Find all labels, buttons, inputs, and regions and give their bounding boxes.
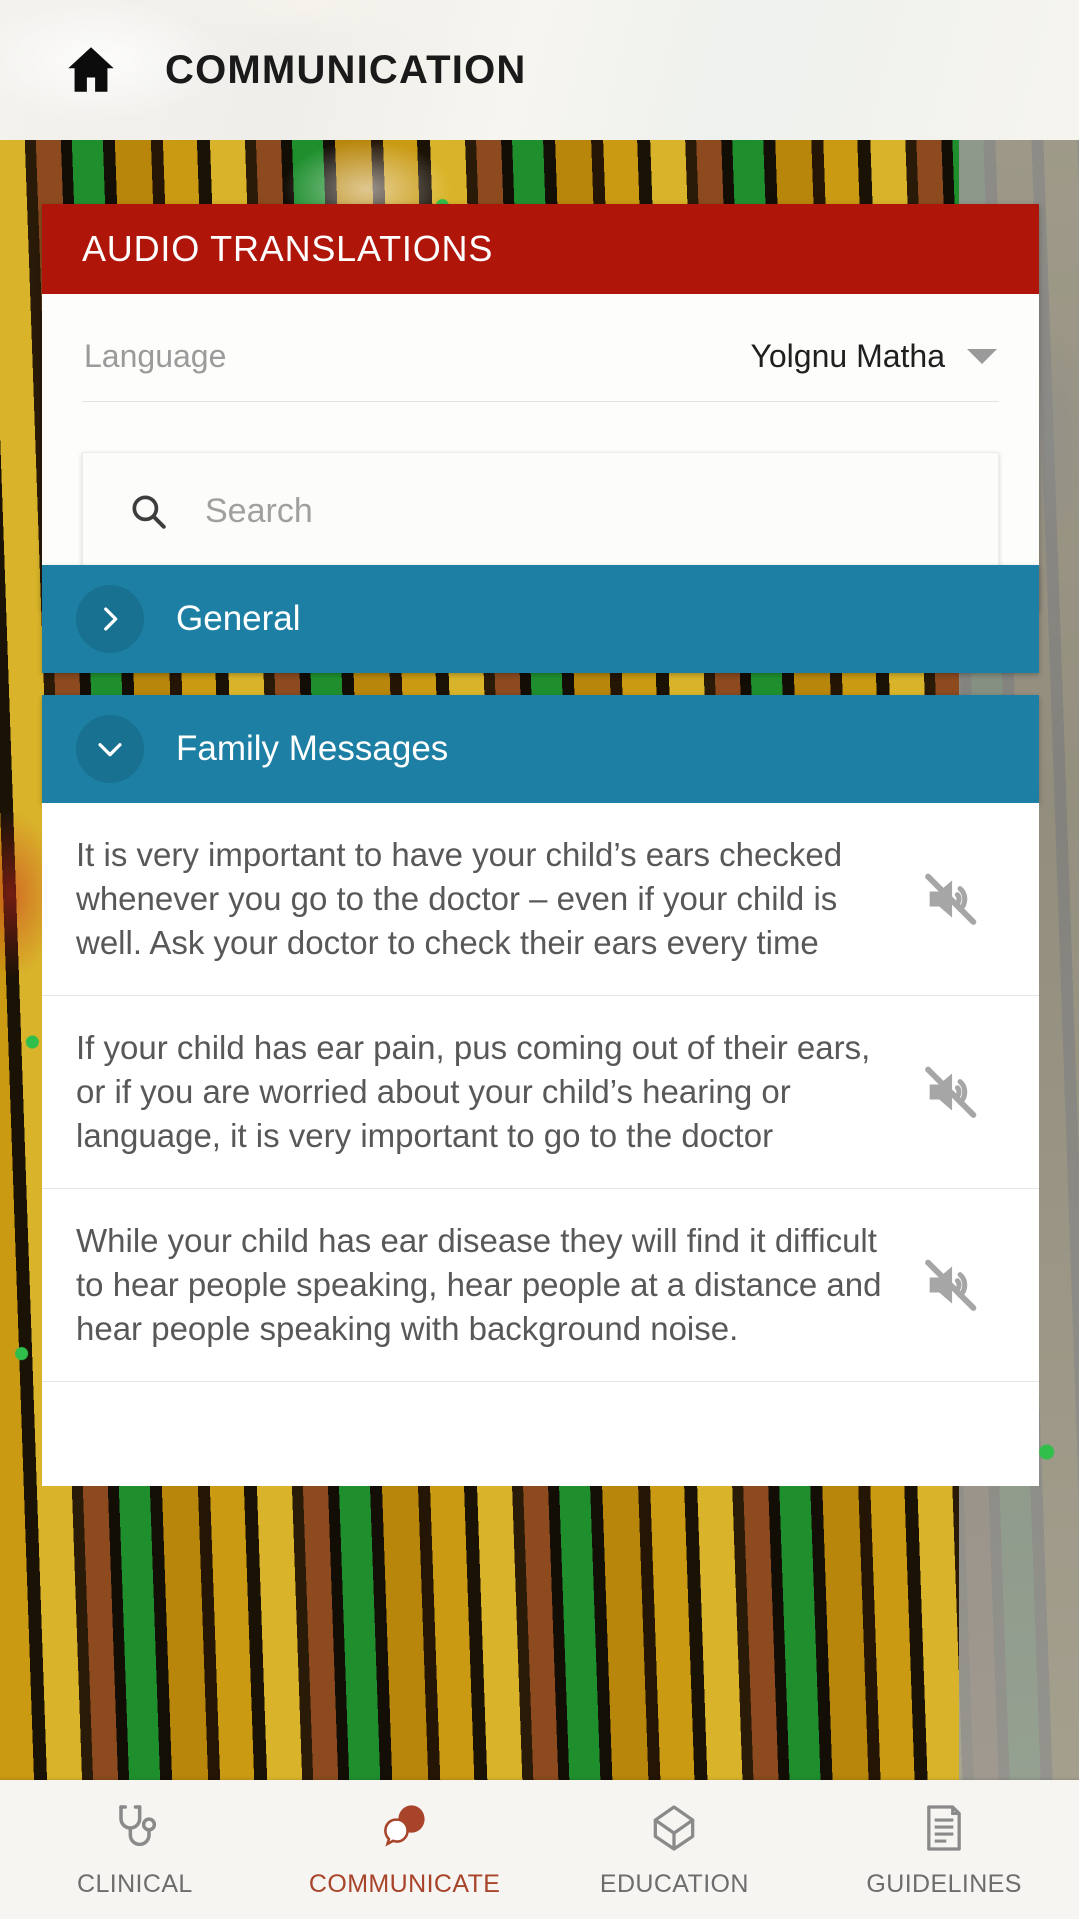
accordion-header-general[interactable]: General [42,565,1039,673]
nav-item-clinical[interactable]: CLINICAL [0,1780,270,1919]
volume-off-icon[interactable] [919,1253,983,1317]
audio-translations-card: AUDIO TRANSLATIONS Language Yolgnu Matha [42,204,1039,610]
message-row[interactable]: While your child has ear disease they wi… [42,1189,1039,1382]
chevron-right-icon[interactable] [76,585,144,653]
accordion-header-family-messages[interactable]: Family Messages [42,695,1039,803]
home-icon[interactable] [62,41,120,99]
language-selector[interactable]: Language Yolgnu Matha [82,328,999,402]
nav-label-communicate: COMMUNICATE [308,1870,501,1898]
language-value-wrap[interactable]: Yolgnu Matha [750,338,997,375]
accordion-title-general: General [176,599,301,638]
message-text: It is very important to have your child’… [76,836,843,961]
app-header: COMMUNICATION [0,0,1079,140]
accordion-general: General [42,565,1039,673]
app-root: COMMUNICATION AUDIO TRANSLATIONS Languag… [0,0,1079,1919]
nav-item-guidelines[interactable]: GUIDELINES [809,1780,1079,1919]
accordion-title-family-messages: Family Messages [176,729,449,768]
volume-off-icon[interactable] [919,867,983,931]
card-banner-title: AUDIO TRANSLATIONS [82,228,494,269]
page-title: COMMUNICATION [165,47,527,92]
search-placeholder: Search [205,491,313,530]
message-text: If your child has ear pain, pus coming o… [76,1029,871,1154]
chevron-down-icon[interactable] [76,715,144,783]
volume-off-icon[interactable] [919,1060,983,1124]
graduation-cap-icon [646,1800,702,1856]
document-lines-icon [916,1800,972,1856]
card-banner: AUDIO TRANSLATIONS [42,204,1039,294]
search-icon [127,490,169,532]
nav-label-clinical: CLINICAL [77,1870,193,1898]
nav-item-communicate[interactable]: COMMUNICATE [270,1780,540,1919]
message-row[interactable]: If your child has ear pain, pus coming o… [42,996,1039,1189]
speech-bubbles-icon [377,1800,433,1856]
search-input[interactable]: Search [82,452,999,570]
nav-label-education: EDUCATION [599,1870,749,1898]
chevron-down-icon[interactable] [967,349,997,364]
main-content: AUDIO TRANSLATIONS Language Yolgnu Matha [0,140,1079,1780]
card-body: Language Yolgnu Matha Search [42,294,1039,610]
accordion-panel-family-messages: It is very important to have your child’… [42,803,1039,1486]
message-text: While your child has ear disease they wi… [76,1222,882,1347]
nav-label-guidelines: GUIDELINES [866,1870,1022,1898]
message-text [76,1412,1005,1456]
language-value: Yolgnu Matha [750,338,945,374]
nav-item-education[interactable]: EDUCATION [540,1780,810,1919]
message-row-partial[interactable] [42,1382,1039,1486]
accordion-family-messages: Family Messages It is very important to … [42,695,1039,1486]
language-label: Language [84,338,227,374]
message-row[interactable]: It is very important to have your child’… [42,803,1039,996]
bottom-navigation: CLINICAL COMMUNICATE EDUCATION GUIDELINE… [0,1780,1079,1919]
stethoscope-icon [107,1800,163,1856]
